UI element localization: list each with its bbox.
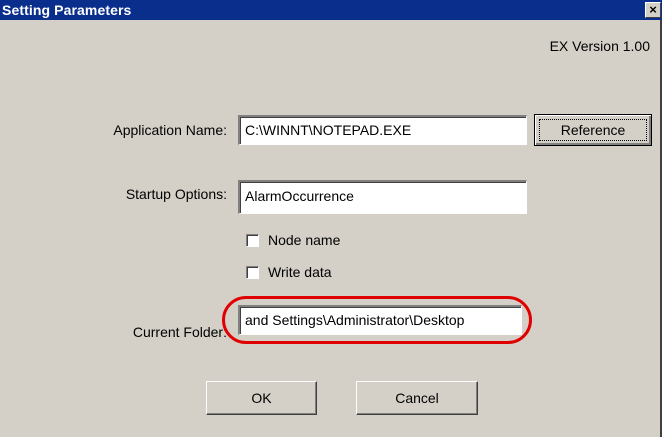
application-name-label: Application Name: [113,122,227,138]
close-icon: × [649,2,657,17]
window-title: Setting Parameters [2,2,132,18]
title-bar[interactable]: Setting Parameters × [0,0,662,20]
reference-button[interactable]: Reference [534,114,652,146]
reference-button-label: Reference [560,122,626,138]
application-name-input[interactable]: C:\WINNT\NOTEPAD.EXE [238,115,527,145]
startup-options-label: Startup Options: [125,186,227,202]
startup-options-input[interactable]: AlarmOccurrence [238,180,527,214]
version-label: EX Version 1.00 [549,38,650,54]
ok-button[interactable]: OK [206,381,317,415]
cancel-button[interactable]: Cancel [356,381,478,415]
close-button[interactable]: × [645,2,661,18]
node-name-checkbox[interactable] [246,234,259,247]
write-data-checkbox[interactable] [246,266,259,279]
ok-button-label: OK [251,390,272,406]
current-folder-label: Current Folder: [132,324,227,340]
node-name-label[interactable]: Node name [268,232,340,248]
cancel-button-label: Cancel [395,390,439,406]
setting-parameters-dialog: Setting Parameters × EX Version 1.00 App… [0,0,662,437]
write-data-label[interactable]: Write data [268,264,332,280]
current-folder-input[interactable]: and Settings\Administrator\Desktop [238,305,522,335]
